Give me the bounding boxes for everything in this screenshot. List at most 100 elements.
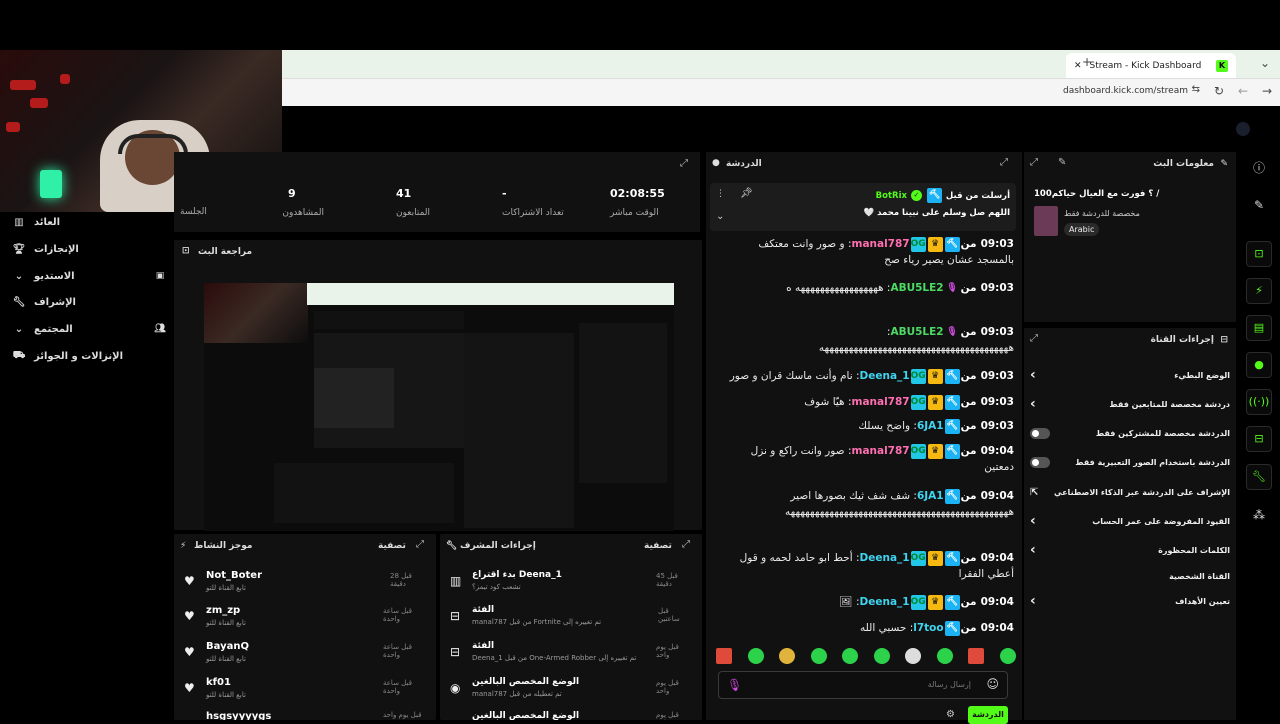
chat-message[interactable]: 09:04من🔨︎l7too: حسبي الله xyxy=(718,620,1014,636)
chat-message[interactable]: 09:03من🔨︎6JA1: واضح يسلك xyxy=(718,418,1014,434)
pin-icon[interactable]: 📌︎ xyxy=(740,188,753,199)
preview-icon: ⊡ xyxy=(182,246,190,256)
emote-icon[interactable] xyxy=(873,648,890,664)
new-tab-button[interactable]: + xyxy=(1082,55,1092,69)
chat-message[interactable]: 09:03من🔨︎♛OGmanal787: هيّا شوف xyxy=(718,394,1014,410)
emote-icon[interactable] xyxy=(842,648,859,664)
message-username[interactable]: manal787 xyxy=(852,396,910,408)
more-options-icon[interactable]: ⋮ xyxy=(716,189,725,199)
nav-revenue[interactable]: ▥ العائد xyxy=(0,211,170,233)
user-avatar[interactable] xyxy=(1236,122,1250,136)
broadcast-icon[interactable]: ((·)) xyxy=(1246,389,1272,415)
stream-info-toggle-icon[interactable]: ▤ xyxy=(1246,315,1272,341)
chat-message[interactable]: 09:03من🎙︎ABU5LE2: هههههههههههههههههههههه… xyxy=(718,324,1014,356)
back-icon[interactable]: → xyxy=(1262,84,1272,98)
stream-preview-video[interactable] xyxy=(204,283,674,531)
subscribers-only-toggle[interactable] xyxy=(1030,427,1050,439)
message-username[interactable]: Deena_1 xyxy=(860,552,910,564)
site-settings-icon[interactable]: ⇆ xyxy=(1192,84,1200,95)
ai-moderation-row[interactable]: الإشراف على الدردشة عبر الذكاء الاصطناعي… xyxy=(1030,482,1230,502)
close-tab-icon[interactable]: ✕ xyxy=(1074,61,1082,71)
expand-icon[interactable]: ⤢ xyxy=(680,158,688,169)
mod-action-item: ◉ الوضع المخصص البالغين manal787 تم تعطيل… xyxy=(450,677,690,711)
message-username[interactable]: 6JA1 xyxy=(917,490,944,502)
chat-message[interactable]: 09:04من🔨︎6JA1: شف شف ثيك بصورها اصير ههه… xyxy=(718,488,1014,520)
chat-message[interactable]: 09:03من🔨︎♛OGDeena_1: نام وأنت ماسك قران … xyxy=(718,368,1014,384)
chat-message[interactable]: 09:03من🎙︎ABU5LE2: هههههههههههههههههه ه xyxy=(718,280,1014,296)
mod-filter-button[interactable]: تصفية xyxy=(644,541,672,551)
chat-settings-icon[interactable]: ⚙ xyxy=(946,709,955,720)
mod-action-sub: manal787 تم تعطيله من قبل xyxy=(472,690,562,698)
expand-icon[interactable]: ⤢ xyxy=(416,539,424,550)
emotes-only-toggle[interactable] xyxy=(1030,456,1050,468)
row-label: القناة الشخصية xyxy=(1169,571,1230,581)
set-goals-row[interactable]: تعيين الأهداف › xyxy=(1030,591,1230,611)
account-age-row[interactable]: القيود المفروضة على عمر الحساب › xyxy=(1030,511,1230,531)
wrench-icon: 🔧︎ xyxy=(446,541,458,551)
nav-drops[interactable]: ⛟ الإنزالات و الجوائز xyxy=(0,345,170,367)
forward-icon[interactable]: ← xyxy=(1238,84,1248,98)
wrench-toggle-icon[interactable]: 🔧︎ xyxy=(1246,464,1272,490)
emote-icon[interactable] xyxy=(716,648,732,664)
expand-icon[interactable]: ⤢ xyxy=(682,539,690,550)
emote-icon[interactable] xyxy=(968,648,985,664)
send-chat-button[interactable]: الدردشة xyxy=(968,706,1008,724)
emotes-only-row[interactable]: الدردشة باستخدام الصور التعبيرية فقط xyxy=(1030,452,1230,472)
pinned-username: BotRix xyxy=(875,191,907,201)
emote-icon[interactable] xyxy=(779,648,796,664)
message-username[interactable]: manal787 xyxy=(852,238,910,250)
message-username[interactable]: Deena_1 xyxy=(860,596,910,608)
browser-menu-icon[interactable]: ⌄ xyxy=(1260,56,1270,70)
slow-mode-row[interactable]: الوضع البطيء › xyxy=(1030,365,1230,385)
message-username[interactable]: Deena_1 xyxy=(860,370,910,382)
message-username[interactable]: ABU5LE2 xyxy=(890,282,943,294)
subscribers-only-row[interactable]: الدردشة مخصصة للمشتركين فقط xyxy=(1030,423,1230,443)
pencil-icon[interactable]: ✎ xyxy=(1246,192,1272,218)
crown-badge-icon: ♛ xyxy=(927,236,943,252)
channel-actions-toggle-icon[interactable]: ⊟ xyxy=(1246,426,1272,452)
url-field[interactable]: dashboard.kick.com/stream xyxy=(1063,86,1188,96)
message-time: 09:03 xyxy=(980,238,1014,250)
chat-message[interactable]: 09:03من🔨︎♛OGmanal787: و صور وانت معتكف ب… xyxy=(718,236,1014,268)
emoji-picker-icon[interactable]: ☺ xyxy=(986,677,999,691)
chevron-right-icon: › xyxy=(1030,513,1036,529)
nav-achievements[interactable]: 🏆︎ الإنجازات xyxy=(0,238,170,260)
chat-toggle-icon[interactable]: ● xyxy=(1246,352,1272,378)
nav-community[interactable]: ⌄ المجتمع 👥︎ xyxy=(0,318,170,340)
banned-words-row[interactable]: الكلمات المحظورة › xyxy=(1030,540,1230,560)
emote-icon[interactable] xyxy=(810,648,827,664)
message-username[interactable]: 6JA1 xyxy=(917,420,944,432)
og-badge-icon: OG xyxy=(911,550,926,566)
preview-toggle-icon[interactable]: ⊡ xyxy=(1246,241,1272,267)
chat-input-placeholder: إرسال رسالة xyxy=(927,680,971,689)
pinned-message[interactable]: ⋮ 📌︎ ⌄ أرسلت من قبل 🔨︎ ✓ BotRix اللهم صل… xyxy=(710,183,1016,231)
activity-toggle-icon[interactable]: ⚡︎ xyxy=(1246,278,1272,304)
verified-icon: ✓ xyxy=(910,190,922,201)
activity-filter-button[interactable]: تصفية xyxy=(378,541,406,551)
crown-badge-icon: ♛ xyxy=(927,594,943,610)
crown-badge-icon: ♛ xyxy=(927,394,943,410)
chat-message[interactable]: 09:04من🔨︎♛OGmanal787: صور وانت راكع و نز… xyxy=(718,443,1014,475)
emote-icon[interactable] xyxy=(999,648,1016,664)
chat-message[interactable]: 09:04من🔨︎♛OGDeena_1: 🖼 xyxy=(718,594,1014,610)
emote-icon[interactable] xyxy=(905,648,922,664)
chat-input[interactable]: 🎙︎ إرسال رسالة ☺ xyxy=(718,671,1008,699)
chat-message[interactable]: 09:04من🔨︎♛OGDeena_1: أحط ابو حامد لحمه و… xyxy=(718,550,1014,582)
expand-icon[interactable]: ⤢ xyxy=(1000,157,1008,168)
reload-icon[interactable]: ↻ xyxy=(1214,84,1224,98)
heart-icon: ♥ xyxy=(184,609,195,623)
edit-icon[interactable]: ✎ xyxy=(1058,157,1066,168)
followers-only-row[interactable]: دردشة مخصصة للمتابعين فقط › xyxy=(1030,394,1230,414)
expand-icon[interactable]: ⤢ xyxy=(1030,333,1038,344)
message-username[interactable]: manal787 xyxy=(852,445,910,457)
emote-icon[interactable] xyxy=(747,648,764,664)
add-widget-icon[interactable]: ⁂ xyxy=(1246,502,1272,528)
nav-moderation[interactable]: 🔧︎ الإشراف xyxy=(0,291,170,313)
chevron-down-icon[interactable]: ⌄ xyxy=(716,211,724,222)
expand-icon[interactable]: ⤢ xyxy=(1030,157,1038,168)
message-username[interactable]: l7too xyxy=(913,622,943,634)
nav-studio[interactable]: ⌄ الاستديو ▣ xyxy=(0,265,170,287)
message-username[interactable]: ABU5LE2 xyxy=(890,326,943,338)
info-icon[interactable]: ⓘ xyxy=(1246,155,1272,181)
emote-icon[interactable] xyxy=(936,648,953,664)
